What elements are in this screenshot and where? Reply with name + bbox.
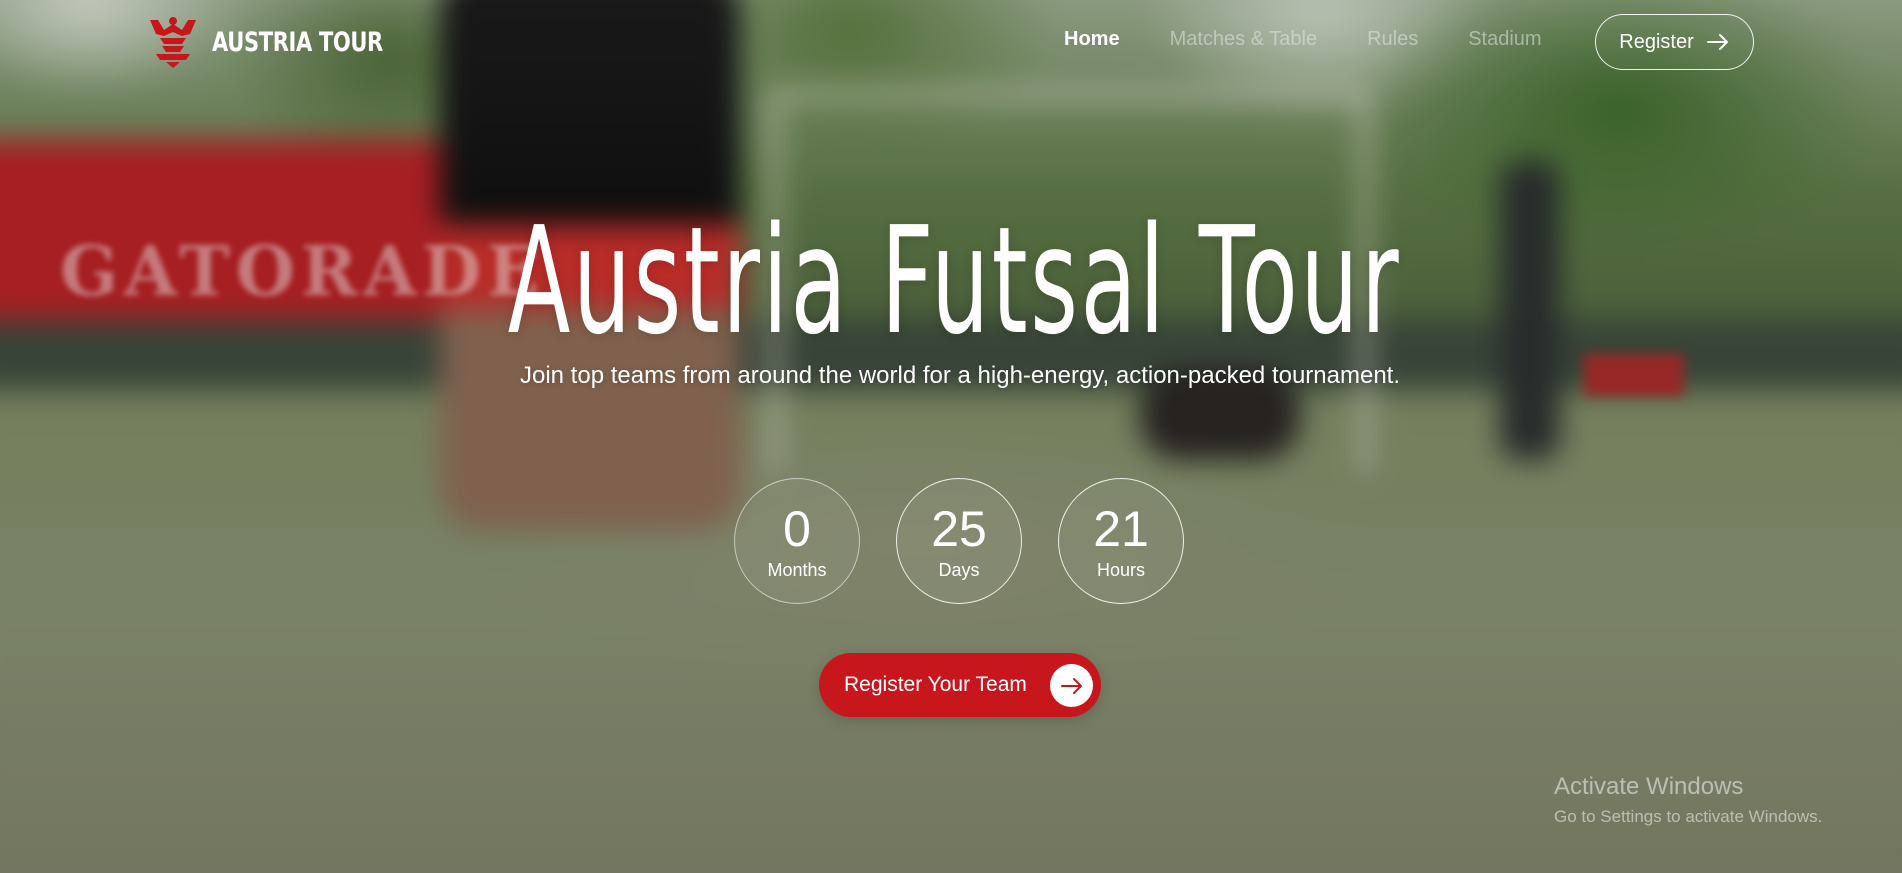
arrow-right-icon [1060,677,1082,694]
countdown-label: Hours [1096,559,1145,580]
register-button[interactable]: Register [1595,14,1754,70]
countdown-timer: 0 Months 25 Days 21 Hours [734,478,1184,604]
brand-name: AUSTRIA TOUR [212,26,383,58]
countdown-value: 21 [1093,500,1149,557]
countdown-label: Days [938,559,980,580]
eagle-crest-icon [150,17,196,68]
countdown-months: 0 Months [734,478,860,604]
register-team-button[interactable]: Register Your Team [819,653,1101,717]
nav-link-matches-table[interactable]: Matches & Table [1170,28,1318,51]
windows-activation-watermark: Activate Windows Go to Settings to activ… [1554,773,1822,827]
hero-subtitle: Join top teams from around the world for… [519,362,1401,389]
watermark-title: Activate Windows [1554,773,1744,800]
nav-link-rules[interactable]: Rules [1367,28,1418,51]
hero-background: GATORADE [0,0,1902,873]
hero-title: Austria Futsal Tour [507,195,1402,367]
countdown-hours: 21 Hours [1058,478,1184,604]
countdown-days: 25 Days [896,478,1022,604]
countdown-label: Months [767,559,827,580]
brand-logo[interactable]: AUSTRIA TOUR [146,16,431,68]
main-menu: Home Matches & Table Rules Stadium [1064,28,1592,51]
top-navigation: AUSTRIA TOUR Home Matches & Table Rules … [0,0,1902,84]
countdown-value: 25 [931,500,987,557]
register-button-label: Register [1619,30,1694,53]
nav-link-home[interactable]: Home [1064,28,1120,51]
arrow-right-circle-icon [1050,664,1093,707]
arrow-right-icon [1706,34,1728,50]
watermark-subtitle: Go to Settings to activate Windows. [1554,807,1823,826]
countdown-value: 0 [783,500,811,557]
register-team-label: Register Your Team [844,673,1027,696]
nav-link-stadium[interactable]: Stadium [1468,28,1541,51]
